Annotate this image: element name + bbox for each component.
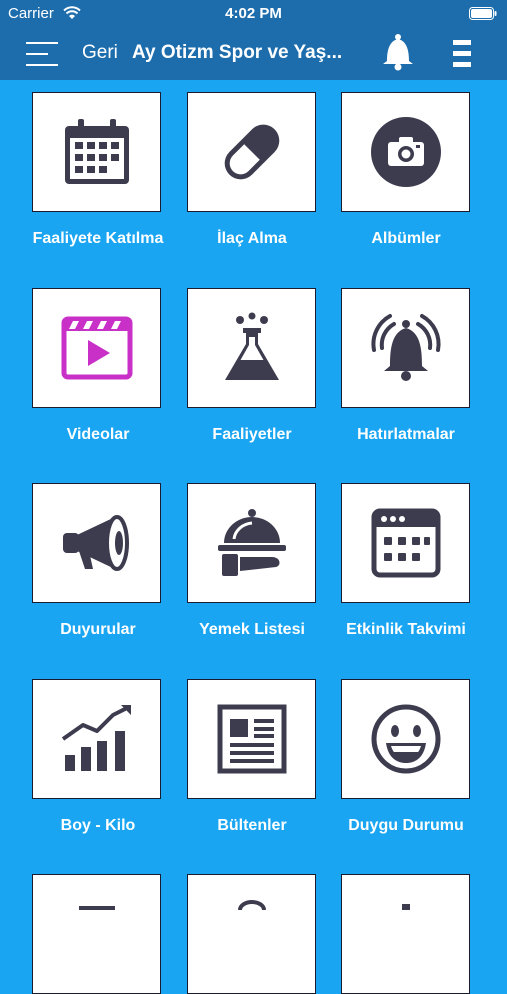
hamburger-menu-icon[interactable] (26, 41, 58, 67)
tile-partial[interactable] (32, 874, 161, 994)
tile-label: Yemek Listesi (199, 621, 305, 638)
battery-icon (469, 7, 497, 25)
tile-label: Faaliyetler (212, 426, 292, 443)
tile-label: Duygu Durumu (348, 817, 464, 834)
back-button[interactable]: Geri (82, 42, 118, 64)
tile-videolar[interactable] (32, 288, 161, 408)
video-icon (61, 316, 132, 380)
partial-icon (237, 900, 266, 911)
tile-label: Videolar (66, 426, 130, 443)
tile-label: Faaliyete Katılma (32, 230, 164, 247)
calendar-icon (64, 119, 129, 184)
more-options-icon[interactable] (452, 39, 472, 69)
tile-ilac-alma[interactable] (187, 92, 316, 212)
flask-icon (224, 312, 279, 380)
pill-icon (224, 124, 279, 180)
tile-duygu-durumu[interactable] (341, 679, 470, 799)
megaphone-icon (62, 515, 129, 571)
status-time: 4:02 PM (225, 5, 282, 22)
tile-label: Bültenler (217, 817, 287, 834)
growth-chart-icon (61, 705, 131, 771)
tile-label: Etkinlik Takvimi (346, 621, 466, 638)
event-calendar-icon (371, 508, 440, 578)
tile-faaliyete-katilma[interactable] (32, 92, 161, 212)
tile-partial[interactable] (341, 874, 470, 994)
partial-icon (78, 906, 115, 910)
tile-yemek-listesi[interactable] (187, 483, 316, 603)
nav-bar: Geri Ay Otizm Spor ve Yaş... (0, 27, 507, 80)
camera-icon (370, 117, 441, 187)
bell-ringing-icon (370, 314, 441, 381)
tile-bultenler[interactable] (187, 679, 316, 799)
tile-label: Boy - Kilo (60, 817, 136, 834)
tile-label: Duyurular (60, 621, 136, 638)
smiley-icon (371, 704, 440, 774)
tile-label: İlaç Alma (217, 230, 287, 247)
tile-partial[interactable] (187, 874, 316, 994)
tile-boy-kilo[interactable] (32, 679, 161, 799)
partial-icon (401, 904, 410, 910)
tile-duyurular[interactable] (32, 483, 161, 603)
tile-albumler[interactable] (341, 92, 470, 212)
tile-faaliyetler[interactable] (187, 288, 316, 408)
tile-label: Albümler (371, 230, 441, 247)
notification-bell-icon[interactable] (381, 33, 415, 71)
tile-hatirlatmalar[interactable] (341, 288, 470, 408)
page-title: Ay Otizm Spor ve Yaş... (132, 42, 343, 63)
tile-label: Hatırlatmalar (357, 426, 455, 443)
newsletter-icon (217, 704, 286, 774)
tile-etkinlik-takvimi[interactable] (341, 483, 470, 603)
food-tray-icon (217, 509, 286, 576)
status-bar: Carrier 4:02 PM (0, 0, 507, 27)
